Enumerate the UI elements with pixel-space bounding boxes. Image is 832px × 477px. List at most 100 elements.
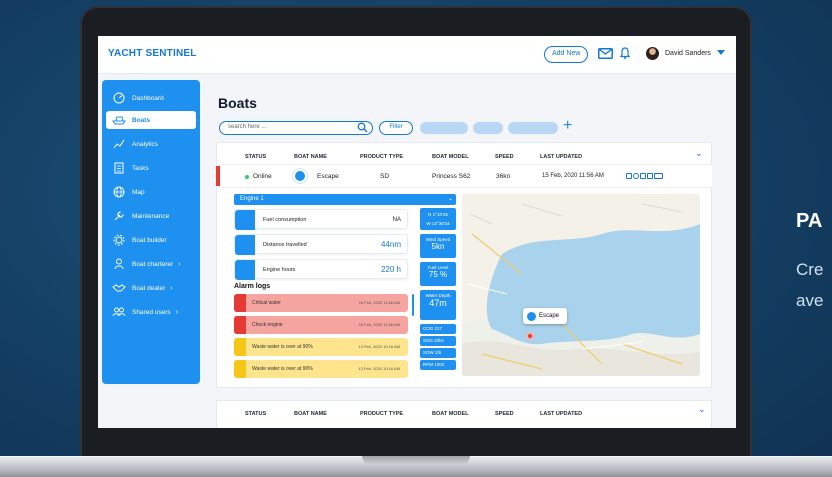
promo-title: PA (796, 210, 823, 232)
chevron-down-icon[interactable]: ⌄ (448, 194, 453, 205)
boat-name-cell[interactable]: Escape (317, 173, 339, 180)
user-name[interactable]: David Sanders (665, 50, 711, 57)
sidebar-item-label: Boat dealer (132, 284, 166, 292)
wrench-icon (112, 210, 126, 222)
route-icon (235, 235, 255, 255)
clock-icon[interactable] (633, 173, 639, 179)
column-header[interactable]: SPEED (495, 411, 514, 417)
column-header[interactable]: BOAT NAME (294, 411, 327, 417)
mail-icon[interactable] (598, 48, 613, 59)
sidebar-item-boat-charterer[interactable]: Boat charterer › (106, 255, 196, 273)
page-title: Boats (218, 95, 257, 111)
column-header[interactable]: BOAT MODEL (432, 154, 469, 160)
tile-label: Wind Speed (425, 237, 451, 242)
cog-tile: COG 217 (420, 324, 456, 334)
avatar[interactable] (646, 47, 659, 60)
sidebar-item-boat-dealer[interactable]: Boat dealer › (106, 279, 196, 297)
column-header[interactable]: PRODUCT TYPE (360, 411, 403, 417)
tile-label: Fuel Level (427, 265, 449, 270)
alarm-scrollbar[interactable] (412, 294, 414, 316)
tasks-icon (112, 162, 126, 174)
bell-icon[interactable] (620, 47, 630, 59)
tile-value: 5kn (431, 242, 445, 251)
alarm-date: 15 Feb, 2020 11:56 AM (358, 322, 400, 327)
laptop-notch (362, 456, 470, 464)
sidebar-item-label: Boats (132, 116, 151, 124)
handshake-icon (112, 282, 126, 294)
column-header[interactable]: LAST UPDATED (540, 154, 582, 160)
alarm-date: 15 Feb, 2020 11:56 AM (358, 300, 400, 305)
product-type-cell: SD (380, 173, 390, 180)
add-filter-icon[interactable]: + (563, 117, 572, 135)
tile-value: 47m (429, 298, 447, 308)
delete-icon[interactable] (647, 173, 653, 179)
column-header[interactable]: SPEED (495, 154, 514, 160)
notification-icon[interactable] (626, 173, 632, 179)
latitude-value: N 1°10'45 (428, 212, 448, 217)
warning-icon (234, 316, 246, 334)
metric-label: Fuel consumption (263, 217, 307, 223)
gear-icon (112, 234, 126, 246)
search-input[interactable]: search here ... (219, 121, 373, 135)
row-actions (626, 173, 663, 179)
metric-value: 44nm (380, 240, 401, 249)
metric-fuel-consumption: Fuel consumption NA (234, 209, 408, 230)
sidebar-item-maintenance[interactable]: Maintenance (106, 207, 196, 225)
alarm-item[interactable]: Check engine 15 Feb, 2020 11:56 AM (234, 316, 408, 334)
column-header[interactable]: BOAT MODEL (432, 411, 469, 417)
alarm-item[interactable]: Waste water is over at 90% 13 Feb, 2020 … (234, 360, 408, 378)
speed-cell: 36kn (496, 173, 511, 180)
sidebar-item-boats[interactable]: Boats (106, 111, 196, 129)
search-icon[interactable] (357, 122, 368, 133)
alarm-date: 13 Feb, 2020 10:16 AM (358, 366, 400, 371)
edit-icon[interactable] (640, 173, 646, 179)
sidebar-item-label: Dashboard (132, 94, 164, 102)
sidebar-item-map[interactable]: Map (106, 183, 196, 201)
column-header[interactable]: STATUS (245, 411, 266, 417)
app-logo[interactable]: YACHT SENTINEL (108, 48, 197, 59)
chevron-down-icon[interactable] (717, 50, 725, 55)
chevron-right-icon: › (170, 284, 173, 292)
map-view[interactable] (462, 194, 700, 376)
sidebar-item-dashboard[interactable]: Dashboard (106, 89, 196, 107)
water-depth-tile: Water Depth 47m (420, 290, 456, 320)
sidebar-item-boat-builder[interactable]: Boat builder (106, 231, 196, 249)
users-icon (112, 306, 126, 318)
analytics-icon (112, 138, 126, 150)
filter-chip[interactable] (420, 122, 468, 134)
sidebar-item-shared-users[interactable]: Shared users › (106, 303, 196, 321)
alarm-item[interactable]: Critical water 15 Feb, 2020 11:56 AM (234, 294, 408, 312)
column-header[interactable]: STATUS (245, 154, 266, 160)
filter-chip[interactable] (508, 122, 558, 134)
alarm-date: 13 Feb, 2020 10:16 AM (358, 344, 400, 349)
warning-icon (234, 360, 246, 378)
promo-line-2: ave (796, 291, 824, 310)
sidebar-item-label: Tasks (132, 164, 149, 172)
add-new-button[interactable]: Add New (544, 46, 589, 63)
alarm-label: Critical water (252, 300, 281, 306)
top-bar: YACHT SENTINEL Add New David Sanders (98, 36, 736, 74)
status-cell: Online (253, 173, 272, 180)
chevron-down-icon[interactable]: ⌄ (698, 404, 706, 415)
column-header[interactable]: LAST UPDATED (540, 411, 582, 417)
message-icon[interactable] (654, 173, 663, 179)
filter-chip[interactable] (473, 122, 503, 134)
sidebar-item-analytics[interactable]: Analytics (106, 135, 196, 153)
filter-button[interactable]: Filter (379, 121, 413, 135)
sidebar-item-label: Boat charterer (132, 260, 174, 268)
engine-select[interactable]: Engine 1 (234, 194, 456, 205)
alarm-item[interactable]: Waste water is over at 90% 13 Feb, 2020 … (234, 338, 408, 356)
wind-speed-tile: Wind Speed 5kn (420, 234, 456, 258)
metric-distance: Distance travelled 44nm (234, 234, 408, 255)
chevron-down-icon[interactable]: ⌄ (695, 148, 703, 159)
metric-value: 220 h (380, 265, 401, 274)
coordinates-tile: N 1°10'45 W 14°38'34 (420, 208, 456, 230)
map-pin-icon[interactable] (526, 332, 534, 340)
sidebar: Dashboard Boats Analytics Tasks Map Main… (102, 80, 200, 384)
column-header[interactable]: PRODUCT TYPE (360, 154, 403, 160)
column-header[interactable]: BOAT NAME (294, 154, 327, 160)
sidebar-item-tasks[interactable]: Tasks (106, 159, 196, 177)
tile-label: Water Depth (425, 293, 451, 298)
alarm-label: Check engine (252, 322, 283, 328)
alert-indicator (216, 166, 220, 186)
